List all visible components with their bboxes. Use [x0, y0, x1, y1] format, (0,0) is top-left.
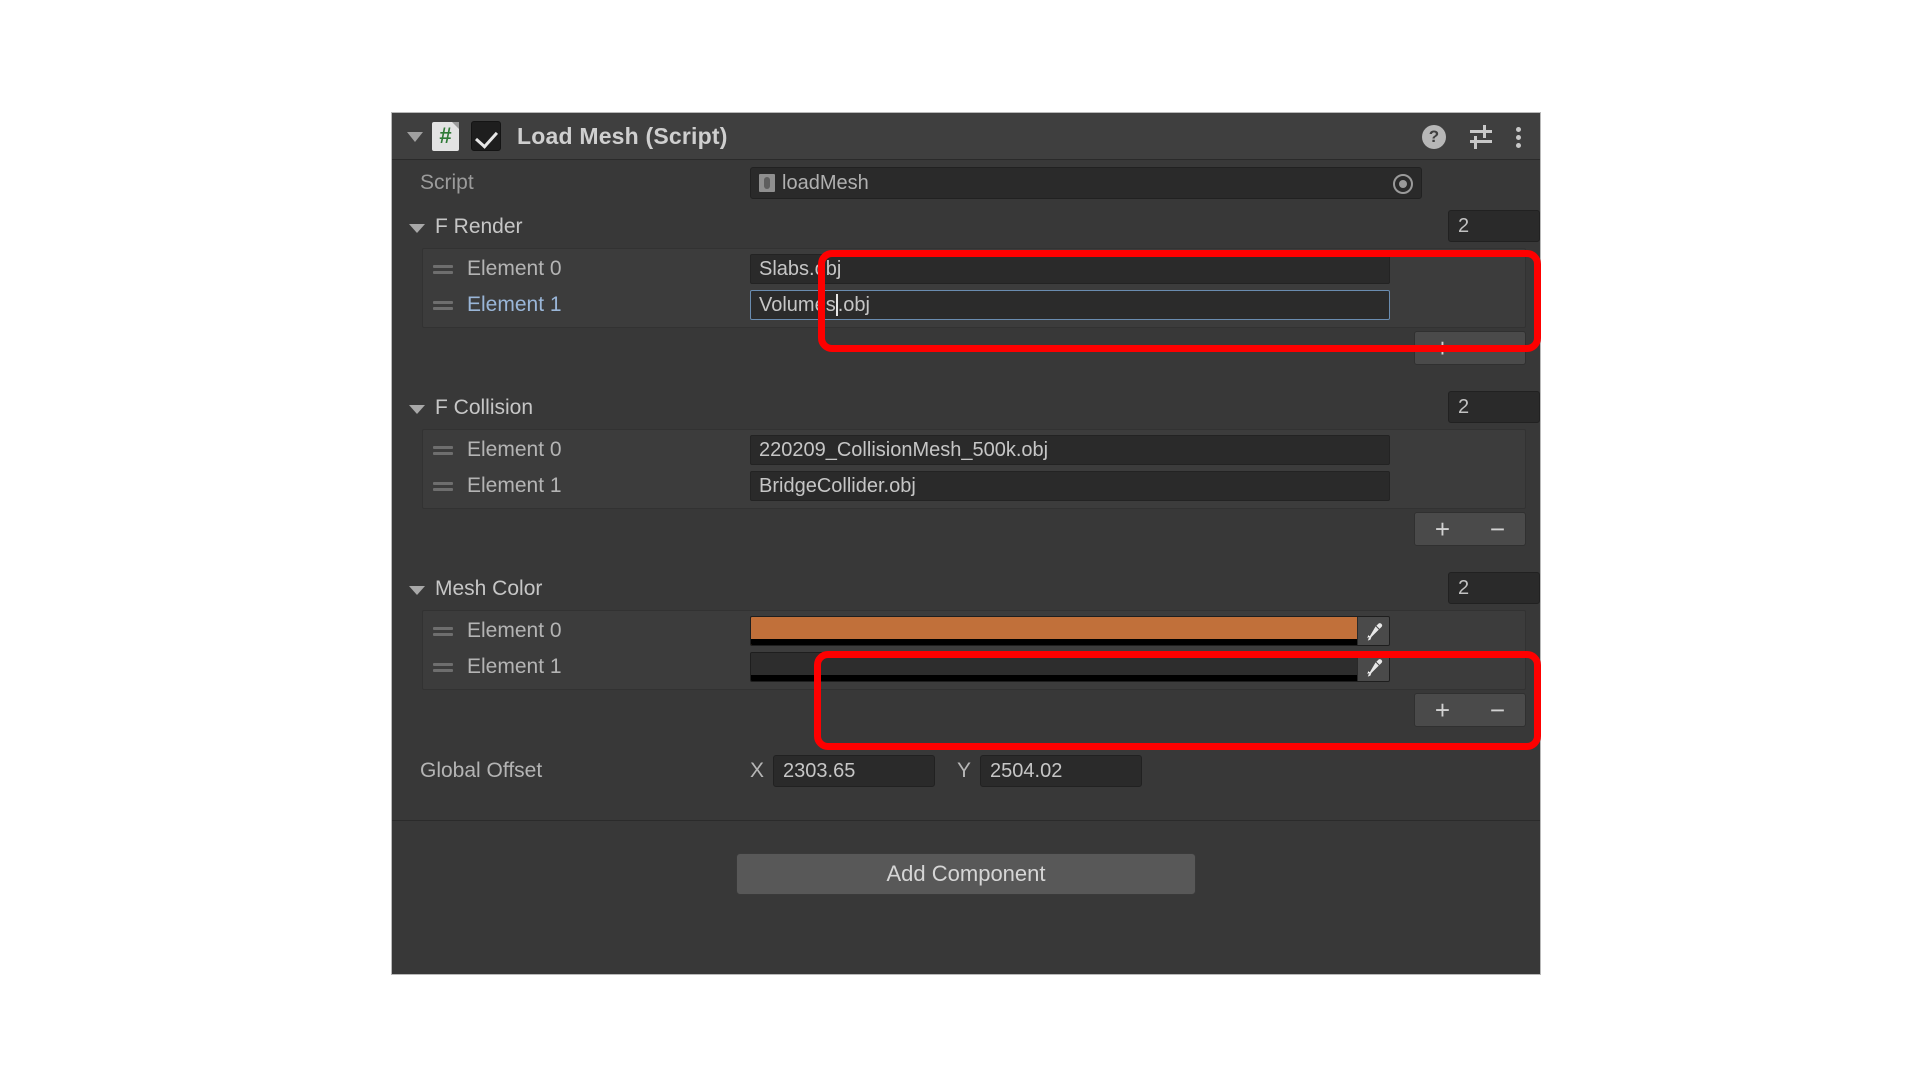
drag-handle-icon[interactable]: [433, 479, 455, 493]
element-label: Element 0: [467, 438, 562, 461]
array-header-mesh-color[interactable]: Mesh Color 2: [392, 568, 1540, 610]
array-size-buttons-mesh-color: + −: [392, 693, 1540, 727]
array-add-button[interactable]: +: [1415, 332, 1470, 364]
component-title: Load Mesh (Script): [517, 122, 728, 149]
array-size-value: 2: [1458, 395, 1470, 418]
array-add-button[interactable]: +: [1415, 513, 1470, 545]
global-offset-x-input[interactable]: 2303.65: [773, 755, 936, 787]
array-element-row[interactable]: Element 1: [423, 649, 1525, 685]
component-header[interactable]: # Load Mesh (Script) ?: [392, 113, 1540, 160]
script-value: loadMesh: [782, 171, 869, 194]
drag-handle-icon[interactable]: [433, 660, 455, 674]
element-value-tail: .obj: [837, 293, 870, 316]
add-component-button[interactable]: Add Component: [736, 853, 1196, 895]
array-name-f-collision: F Collision: [435, 396, 534, 419]
y-axis-label: Y: [957, 759, 972, 782]
array-header-f-render[interactable]: F Render 2: [392, 206, 1540, 248]
csharp-script-icon: #: [432, 121, 459, 151]
array-elements-f-collision: Element 0 220209_CollisionMesh_500k.obj …: [422, 429, 1526, 509]
array-size-field-mesh-color[interactable]: 2: [1448, 572, 1540, 604]
array-size-buttons-f-render: + −: [392, 331, 1540, 365]
script-label: Script: [420, 171, 474, 194]
array-element-row[interactable]: Element 1 Volumes .obj: [423, 287, 1525, 323]
element-value: BridgeCollider.obj: [759, 474, 916, 497]
kebab-menu-icon[interactable]: [1516, 124, 1524, 150]
array-remove-button[interactable]: −: [1470, 513, 1525, 545]
color-field[interactable]: [750, 652, 1390, 682]
global-offset-y-value: 2504.02: [990, 759, 1063, 782]
element-label: Element 0: [467, 619, 562, 642]
array-size-buttons-f-collision: + −: [392, 512, 1540, 546]
element-value: 220209_CollisionMesh_500k.obj: [759, 438, 1049, 461]
element-value: Slabs.obj: [759, 257, 842, 280]
component-foldout-icon[interactable]: [402, 123, 428, 149]
script-object-field[interactable]: loadMesh: [750, 167, 1422, 199]
array-header-f-collision[interactable]: F Collision 2: [392, 387, 1540, 429]
triangle-down-icon[interactable]: [406, 216, 428, 238]
preset-sliders-icon[interactable]: [1468, 124, 1494, 149]
element-text-input[interactable]: 220209_CollisionMesh_500k.obj: [750, 435, 1390, 465]
element-text-input[interactable]: Slabs.obj: [750, 254, 1390, 284]
inspector-panel: # Load Mesh (Script) ? Script loadMesh F…: [391, 112, 1541, 975]
element-label: Element 0: [467, 257, 562, 280]
eyedropper-icon[interactable]: [1357, 617, 1389, 645]
array-remove-button[interactable]: −: [1470, 332, 1525, 364]
x-axis-label: X: [750, 759, 765, 782]
array-name-f-render: F Render: [435, 215, 523, 238]
global-offset-label: Global Offset: [420, 759, 543, 782]
array-element-row[interactable]: Element 0 Slabs.obj: [423, 251, 1525, 287]
array-element-row[interactable]: Element 0: [423, 613, 1525, 649]
triangle-down-icon[interactable]: [406, 578, 428, 600]
element-text-input-focused[interactable]: Volumes .obj: [750, 290, 1390, 320]
color-alpha-bar: [751, 675, 1357, 681]
color-swatch[interactable]: [751, 653, 1357, 681]
global-offset-y-input[interactable]: 2504.02: [980, 755, 1143, 787]
screenshot-canvas: # Load Mesh (Script) ? Script loadMesh F…: [0, 0, 1920, 1080]
array-element-row[interactable]: Element 0 220209_CollisionMesh_500k.obj: [423, 432, 1525, 468]
eyedropper-icon[interactable]: [1357, 653, 1389, 681]
global-offset-row: Global Offset X 2303.65 Y 2504.02: [392, 747, 1540, 795]
help-icon[interactable]: ?: [1422, 124, 1446, 149]
drag-handle-icon[interactable]: [433, 624, 455, 638]
array-elements-f-render: Element 0 Slabs.obj Element 1 Volumes .o…: [422, 248, 1526, 328]
inspector-footer: Add Component: [392, 820, 1540, 974]
triangle-down-icon[interactable]: [406, 397, 428, 419]
color-alpha-bar: [751, 639, 1357, 645]
script-row: Script loadMesh: [392, 160, 1540, 206]
array-elements-mesh-color: Element 0 Element 1: [422, 610, 1526, 690]
array-name-mesh-color: Mesh Color: [435, 577, 543, 600]
drag-handle-icon[interactable]: [433, 443, 455, 457]
color-swatch[interactable]: [751, 617, 1357, 645]
drag-handle-icon[interactable]: [433, 298, 455, 312]
element-text-input[interactable]: BridgeCollider.obj: [750, 471, 1390, 501]
object-picker-icon[interactable]: [1393, 174, 1413, 194]
script-asset-icon: [759, 174, 775, 192]
element-label: Element 1: [467, 474, 562, 497]
array-add-button[interactable]: +: [1415, 694, 1470, 726]
element-value: Volumes: [759, 293, 836, 316]
component-enabled-checkbox[interactable]: [471, 121, 501, 151]
array-element-row[interactable]: Element 1 BridgeCollider.obj: [423, 468, 1525, 504]
array-size-value: 2: [1458, 214, 1470, 237]
element-label: Element 1: [467, 293, 562, 316]
array-remove-button[interactable]: −: [1470, 694, 1525, 726]
global-offset-x-value: 2303.65: [783, 759, 856, 782]
array-size-field-f-collision[interactable]: 2: [1448, 391, 1540, 423]
color-field[interactable]: [750, 616, 1390, 646]
component-body: Script loadMesh F Render 2 Element 0 Sla…: [392, 160, 1540, 860]
array-size-field-f-render[interactable]: 2: [1448, 210, 1540, 242]
array-size-value: 2: [1458, 576, 1470, 599]
drag-handle-icon[interactable]: [433, 262, 455, 276]
component-header-icons: ?: [1422, 113, 1524, 160]
element-label: Element 1: [467, 655, 562, 678]
